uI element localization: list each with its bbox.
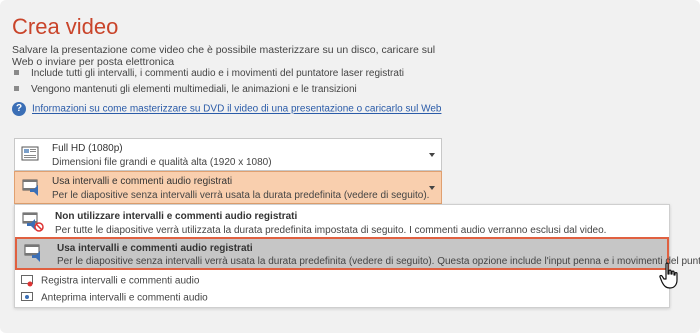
film-audio-icon xyxy=(21,179,43,202)
record-icon xyxy=(21,275,33,287)
bullet-square-icon xyxy=(14,69,19,75)
timing-options-menu: Non utilizzare intervalli e commenti aud… xyxy=(14,204,700,308)
timing-title: Usa intervalli e commenti audio registra… xyxy=(52,176,233,187)
menu-option-no-timings[interactable]: Non utilizzare intervalli e commenti aud… xyxy=(15,207,669,239)
option-title: Non utilizzare intervalli e commenti aud… xyxy=(55,211,298,222)
quality-dropdown[interactable]: Full HD (1080p) Dimensioni file grandi e… xyxy=(14,138,442,171)
menu-action-preview[interactable]: Anteprima intervalli e commenti audio xyxy=(21,292,208,304)
help-link-row: ? Informazioni su come masterizzare su DV… xyxy=(12,102,441,116)
menu-action-record[interactable]: Registra intervalli e commenti audio xyxy=(21,275,199,287)
menu-option-use-timings[interactable]: Usa intervalli e commenti audio registra… xyxy=(15,237,700,270)
timing-subtitle: Per le diapositive senza intervalli verr… xyxy=(52,190,432,201)
help-question-icon: ? xyxy=(12,102,26,116)
option-subtitle: Per tutte le diapositive verrà utilizzat… xyxy=(55,225,607,236)
help-link[interactable]: Informazioni su come masterizzare su DVD… xyxy=(32,104,441,115)
film-audio-icon xyxy=(23,244,47,269)
bullet-item: Include tutti gli intervalli, i commenti… xyxy=(14,68,404,79)
timing-dropdown[interactable]: Usa intervalli e commenti audio registra… xyxy=(14,171,442,204)
film-no-audio-icon xyxy=(21,212,45,237)
dropdown-arrow-icon xyxy=(429,153,435,157)
bullet-square-icon xyxy=(14,85,19,91)
quality-title: Full HD (1080p) xyxy=(52,143,123,154)
quality-subtitle: Dimensioni file grandi e qualità alta (1… xyxy=(52,157,272,168)
page-title: Crea video xyxy=(12,14,119,39)
bullet-item: Vengono mantenuti gli elementi multimedi… xyxy=(14,84,357,95)
preview-icon xyxy=(21,292,33,301)
create-video-panel: Crea video Salvare la presentazione come… xyxy=(0,0,700,333)
hand-cursor-icon xyxy=(658,262,682,295)
description-text: Salvare la presentazione come video che … xyxy=(12,44,436,68)
dropdown-arrow-icon xyxy=(429,186,435,190)
option-title: Usa intervalli e commenti audio registra… xyxy=(57,243,253,254)
slide-quality-icon xyxy=(21,146,39,167)
option-subtitle: Per le diapositive senza intervalli verr… xyxy=(57,256,700,267)
